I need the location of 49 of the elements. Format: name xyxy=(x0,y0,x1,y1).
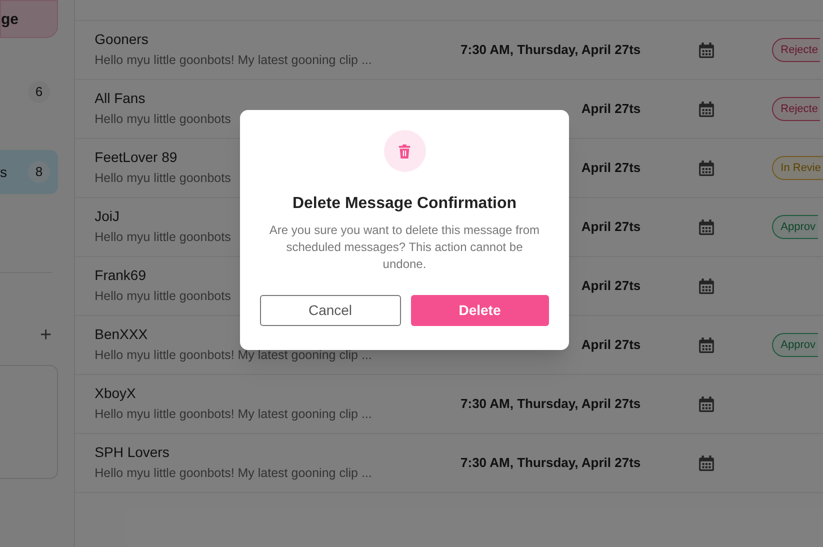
message-preview: Hello myu little goonbots! My latest gooning clip ... xyxy=(94,52,372,69)
contact-name: All Fans xyxy=(94,90,146,108)
scheduled-time: April 27ts xyxy=(581,100,641,118)
message-preview: Hello myu little goonbots xyxy=(94,170,231,187)
scheduled-time: 7:30 AM, Thursday, April 27ts xyxy=(460,454,641,472)
status-badge: In Revie xyxy=(772,156,823,180)
calendar-icon[interactable] xyxy=(698,396,715,412)
count-badge: 8 xyxy=(28,161,50,183)
message-preview: Hello myu little goonbots! My latest gooning clip ... xyxy=(94,406,372,423)
calendar-icon[interactable] xyxy=(698,160,715,176)
calendar-icon[interactable] xyxy=(698,336,715,354)
trash-icon xyxy=(384,130,426,172)
status-badge: Rejecte xyxy=(772,38,820,62)
count-badge: 6 xyxy=(28,81,50,103)
contact-name: FeetLover 89 xyxy=(94,149,178,167)
delete-button[interactable]: Delete xyxy=(410,295,549,326)
item-label: s xyxy=(0,162,7,182)
message-preview: Hello myu little goonbots! My latest gooning clip ... xyxy=(94,348,372,364)
calendar-icon[interactable] xyxy=(698,278,715,294)
status-badge: Approv xyxy=(772,215,818,239)
scheduled-time: 7:30 AM, Thursday, April 27ts xyxy=(460,41,641,60)
scheduled-time: April 27ts xyxy=(581,277,641,296)
dialog-message: Are you sure you want to delete this message from scheduled messages? This action cannot be undone. xyxy=(268,222,541,273)
contact-name: BenXXX xyxy=(94,326,148,344)
status-badge: Rejecte xyxy=(772,97,820,121)
calendar-icon[interactable] xyxy=(698,42,715,58)
message-preview: Hello myu little goonbots! My latest gooning clip ... xyxy=(94,466,372,482)
calendar-icon[interactable] xyxy=(698,454,715,472)
scheduled-time: 7:30 AM, Thursday, April 27ts xyxy=(460,395,641,414)
dialog-title: Delete Message Confirmation xyxy=(292,194,517,214)
message-preview: Hello myu little goonbots xyxy=(94,112,231,128)
cancel-button[interactable]: Cancel xyxy=(260,295,400,326)
status-badge: Approv xyxy=(772,333,818,357)
scheduled-time: April 27ts xyxy=(581,336,641,354)
contact-name: XboyX xyxy=(94,385,136,403)
sidebar-button[interactable]: ge xyxy=(1,12,19,27)
add-button[interactable]: + xyxy=(40,325,52,345)
scheduled-time: April 27ts xyxy=(581,159,641,178)
contact-name: JoiJ xyxy=(94,208,120,226)
message-preview: Hello myu little goonbots xyxy=(94,230,231,246)
calendar-icon[interactable] xyxy=(698,218,715,236)
scheduled-time: April 27ts xyxy=(581,218,641,236)
sidebar-item[interactable]: 6 xyxy=(0,70,58,114)
contact-name: SPH Lovers xyxy=(94,444,170,462)
sidebar-item[interactable]: s 8 xyxy=(0,150,58,194)
contact-name: Frank69 xyxy=(94,267,146,285)
calendar-icon[interactable] xyxy=(698,100,715,118)
message-preview: Hello myu little goonbots xyxy=(94,288,231,305)
contact-name: Gooners xyxy=(94,31,148,49)
